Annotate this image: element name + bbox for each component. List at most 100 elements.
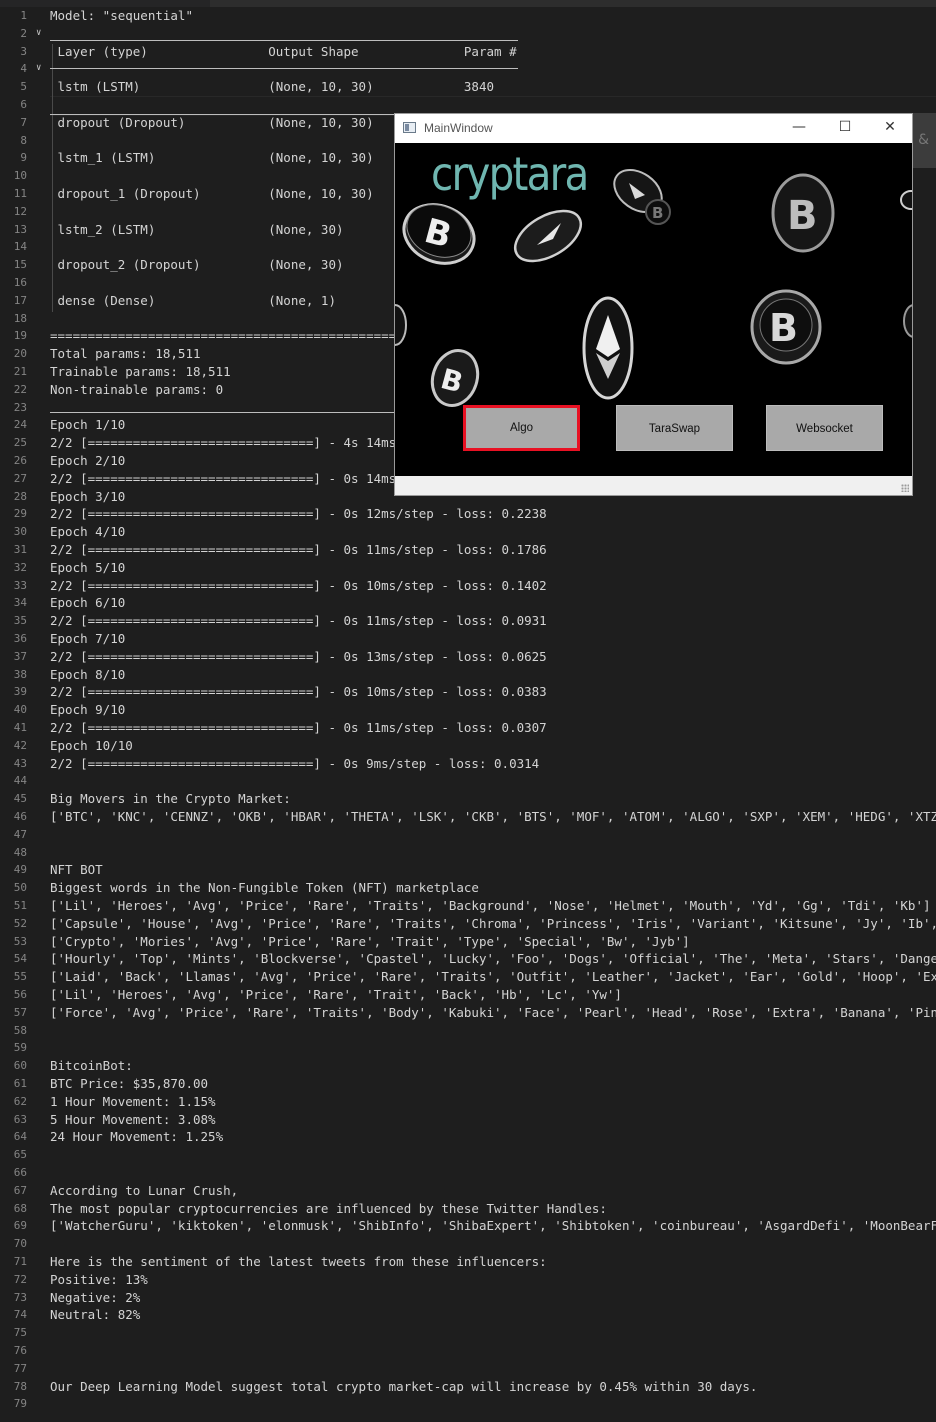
- code-line: ['Lil', 'Heroes', 'Avg', 'Price', 'Rare'…: [50, 987, 622, 1002]
- code-line: 2/2 [==============================] - 0…: [50, 577, 547, 593]
- bitcoin-coin-icon: B: [750, 289, 822, 365]
- line-number: 62: [13, 1094, 27, 1108]
- code-line: ['Crypto', 'Mories', 'Avg', 'Price', 'Ra…: [50, 933, 690, 949]
- line-number: 57: [13, 1005, 27, 1019]
- line-number: 12: [13, 204, 27, 218]
- websocket-button[interactable]: Websocket: [766, 405, 883, 451]
- code-line: ['Capsule', 'House', 'Avg', 'Price', 'Ra…: [50, 915, 936, 931]
- code-line: Epoch 9/10: [50, 702, 126, 718]
- line-number: 44: [13, 774, 27, 788]
- code-line: lstm (LSTM) (None, 10, 30) 3840: [50, 79, 495, 95]
- line-number: 31: [13, 543, 27, 556]
- close-button[interactable]: ✕: [867, 114, 913, 143]
- code-line: 2/2 [==============================] - 0…: [50, 648, 547, 664]
- maximize-button[interactable]: ☐: [822, 114, 868, 143]
- code-line: Epoch 2/10: [50, 453, 126, 468]
- code-line: Our Deep Learning Model suggest total cr…: [50, 1378, 758, 1394]
- bitcoin-coin-icon: B: [430, 349, 480, 407]
- line-number: 39: [13, 685, 27, 699]
- line-number: 72: [13, 1272, 27, 1286]
- line-number: 58: [13, 1023, 27, 1037]
- ethereum-coin-icon: [514, 209, 582, 263]
- line-number: 38: [13, 667, 27, 681]
- code-line: ['Laid', 'Back', 'Llamas', 'Avg', 'Price…: [50, 969, 936, 985]
- line-number: 51: [13, 899, 27, 912]
- main-window[interactable]: MainWindow — ☐ ✕ cryptara B B B B B Algo…: [394, 113, 913, 496]
- line-number: 29: [13, 507, 27, 521]
- code-line: 2/2 [==============================] - 0…: [50, 755, 540, 771]
- code-line: Epoch 6/10: [50, 595, 126, 611]
- line-number: 74: [13, 1308, 27, 1322]
- line-number: 13: [13, 222, 27, 236]
- line-number: 8: [20, 133, 27, 147]
- line-number: 33: [13, 578, 27, 592]
- code-line: ['WatcherGuru', 'kiktoken', 'elonmusk', …: [50, 1218, 936, 1234]
- line-number: 36: [13, 632, 27, 645]
- line-number: 24: [13, 418, 27, 432]
- ethereum-coin-icon: [582, 296, 634, 400]
- code-line: According to Lunar Crush,: [50, 1182, 239, 1198]
- code-line: Trainable params: 18,511: [50, 364, 231, 379]
- code-line: Layer (type) Output Shape Param #: [50, 43, 517, 59]
- line-number: 34: [13, 596, 27, 610]
- line-number: 41: [13, 721, 27, 734]
- line-number: 49: [13, 863, 27, 877]
- line-number: 77: [13, 1361, 27, 1375]
- code-line: ['Force', 'Avg', 'Price', 'Rare', 'Trait…: [50, 1004, 936, 1020]
- line-number: 54: [13, 952, 27, 966]
- bitcoin-coin-icon: B: [645, 199, 671, 225]
- code-line: Epoch 7/10: [50, 631, 126, 646]
- window-statusbar: [395, 476, 912, 495]
- code-line: Big Movers in the Crypto Market:: [50, 791, 291, 807]
- line-number: 37: [13, 649, 27, 663]
- line-number: 70: [13, 1237, 27, 1251]
- code-line: Total params: 18,511: [50, 346, 201, 362]
- line-number: 23: [13, 400, 27, 414]
- line-number: 2: [20, 26, 27, 40]
- taraswap-button[interactable]: TaraSwap: [616, 405, 733, 451]
- line-number: 11: [13, 187, 27, 200]
- window-titlebar[interactable]: MainWindow — ☐ ✕: [395, 114, 912, 143]
- fold-chevron-icon[interactable]: ∨: [36, 25, 44, 43]
- line-number: 7: [20, 115, 27, 129]
- line-number: 46: [13, 810, 27, 823]
- code-line: Epoch 3/10: [50, 488, 126, 504]
- code-line: 24 Hour Movement: 1.25%: [50, 1129, 224, 1145]
- fold-chevron-icon[interactable]: ∨: [36, 60, 44, 78]
- code-line: Model: "sequential": [50, 8, 193, 23]
- code-line: 5 Hour Movement: 3.08%: [50, 1111, 216, 1127]
- line-number: 75: [13, 1326, 27, 1340]
- line-number: 64: [13, 1130, 27, 1144]
- bitcoin-coin-icon: B: [771, 173, 835, 253]
- line-number: 35: [13, 614, 27, 628]
- line-number: 21: [13, 365, 27, 378]
- bitcoin-coin-icon: [903, 304, 912, 338]
- line-number: 4: [20, 62, 27, 76]
- code-line: Positive: 13%: [50, 1271, 148, 1287]
- app-window-icon: [403, 122, 416, 133]
- cryptara-logo: cryptara: [431, 147, 589, 201]
- line-number: 43: [13, 756, 27, 770]
- coin-icon: [395, 304, 407, 346]
- minimize-button[interactable]: —: [776, 114, 822, 143]
- line-number: 5: [20, 80, 27, 94]
- background-image: cryptara B B B B B Algo TaraSwap Websock…: [395, 143, 912, 476]
- code-line: NFT BOT: [50, 862, 103, 878]
- code-line: Epoch 4/10: [50, 524, 126, 540]
- line-number: 17: [13, 293, 27, 307]
- svg-text:B: B: [787, 193, 818, 239]
- algo-button[interactable]: Algo: [463, 405, 580, 451]
- line-number-gutter: 1 2 3 4 5 6 7 8 9 10 11 12 13 14 15 16 17 18 19 20 21 22 23 24 2…: [0, 0, 44, 1422]
- svg-text:B: B: [652, 204, 663, 222]
- code-line: 2/2 [==============================] - 0…: [50, 613, 547, 629]
- code-line: Non-trainable params: 0: [50, 381, 224, 397]
- line-number: 76: [13, 1344, 27, 1357]
- resize-grip-icon[interactable]: [901, 484, 909, 492]
- code-line: 2/2 [==============================] - 0…: [50, 542, 547, 557]
- code-line: Here is the sentiment of the latest twee…: [50, 1254, 547, 1269]
- code-line: ['BTC', 'KNC', 'CENNZ', 'OKB', 'HBAR', '…: [50, 809, 936, 824]
- code-line: Epoch 1/10: [50, 417, 126, 433]
- code-line: Epoch 10/10: [50, 737, 133, 753]
- code-line: BitcoinBot:: [50, 1058, 133, 1074]
- line-number: 15: [13, 258, 27, 272]
